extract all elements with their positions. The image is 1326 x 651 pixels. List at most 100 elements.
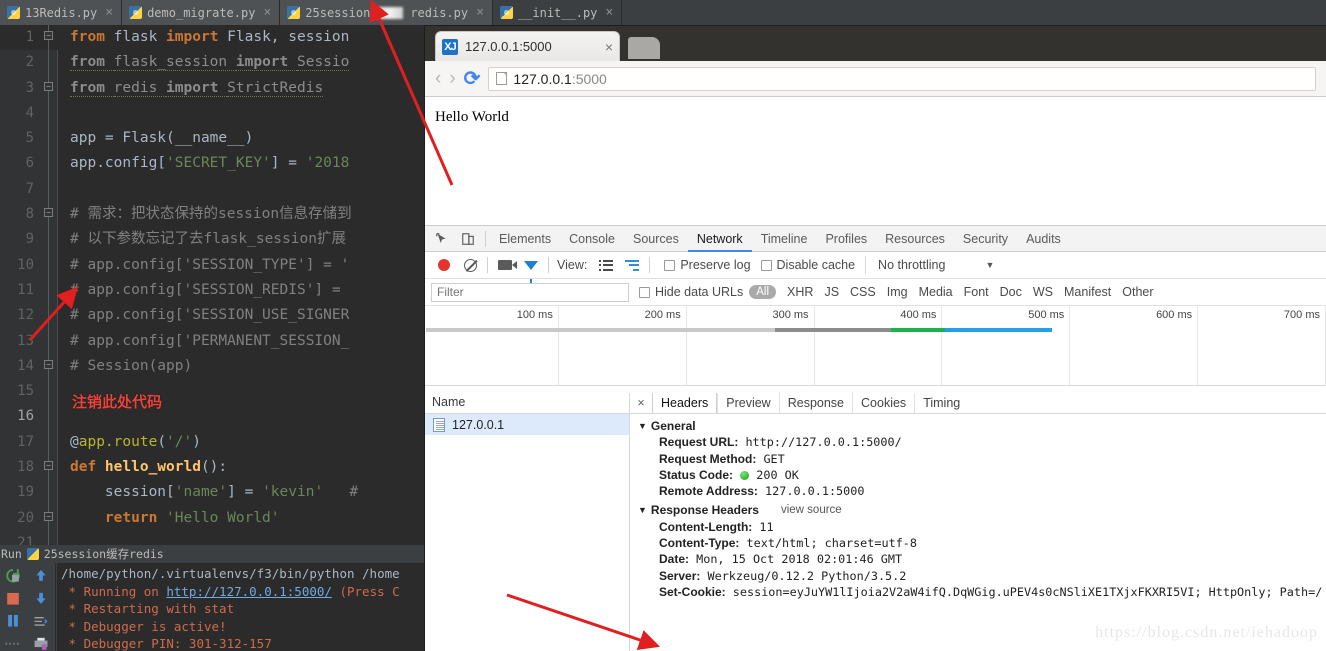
camera-icon[interactable] [492,253,518,277]
close-icon[interactable]: × [605,39,613,55]
filter-input[interactable] [431,282,629,302]
inspect-element-icon[interactable] [429,227,455,251]
editor-tab-demo-migrate[interactable]: demo_migrate.py × [122,0,281,25]
devtools-tab-timeline[interactable]: Timeline [752,226,817,252]
fold-collapse-icon[interactable]: − [44,31,53,40]
line-number: 7 [25,180,34,197]
filter-type-media[interactable]: Media [919,285,953,299]
devtools-tab-security[interactable]: Security [954,226,1017,252]
checkbox-box[interactable] [664,259,676,271]
header-key: Content-Type: [659,536,740,551]
detail-tab-timing[interactable]: Timing [914,393,968,413]
close-icon[interactable]: × [476,5,484,20]
disable-cache-checkbox[interactable]: Disable cache [760,258,855,272]
general-section-header[interactable]: ▼ General [638,418,1326,434]
filter-type-font[interactable]: Font [964,285,989,299]
hide-data-urls-checkbox[interactable]: Hide data URLs [639,285,743,299]
line-number: 18 [17,459,34,476]
devtools-tab-console[interactable]: Console [560,226,624,252]
editor-tab-label: 25session [305,5,371,20]
devtools-tab-audits[interactable]: Audits [1017,226,1070,252]
address-bar[interactable]: 127.0.0.1:5000 [488,66,1316,91]
code-text: from flask_session import Sessio [70,54,350,72]
timeline-tick-label: 400 ms [900,309,937,321]
scroll-up-icon[interactable] [33,568,49,583]
status-ok-icon [740,470,750,480]
network-timeline-ruler[interactable]: 100 ms 200 ms 300 ms 400 ms 500 ms 600 ms 700 … [425,306,1326,386]
detail-tab-response[interactable]: Response [778,393,852,413]
funnel-icon[interactable] [518,253,544,283]
devtools-tab-network[interactable]: Network [688,226,752,252]
fold-collapse-icon[interactable]: − [44,359,53,369]
table-row[interactable]: 127.0.0.1 [425,414,629,435]
header-key: Set-Cookie: [659,584,726,599]
fold-collapse-icon[interactable]: − [44,461,53,471]
filter-type-img[interactable]: Img [887,285,908,299]
fold-expand-icon[interactable]: − [44,511,53,521]
filter-type-ws[interactable]: WS [1033,285,1053,299]
line-number: 16 [17,408,34,425]
browser-tab-placeholder[interactable] [628,37,660,59]
line-number: 9 [25,231,34,248]
timeline-tick-label: 100 ms [516,309,553,321]
editor-tab-25session-redis[interactable]: 25session redis.py × [280,0,493,25]
browser-tab[interactable]: XJ 127.0.0.1:5000 × [435,31,620,61]
filter-type-manifest[interactable]: Manifest [1064,285,1111,299]
checkbox-box[interactable] [760,259,772,271]
checkbox-box[interactable] [639,286,650,298]
filter-type-css[interactable]: CSS [850,285,876,299]
devtools-tab-sources[interactable]: Sources [624,226,688,252]
filter-type-js[interactable]: JS [824,285,839,299]
preserve-log-checkbox[interactable]: Preserve log [664,258,751,272]
close-icon[interactable]: × [630,393,652,413]
scroll-down-icon[interactable] [33,591,49,606]
throttling-select[interactable]: No throttling ▼ [865,256,994,274]
console-url-link[interactable]: http://127.0.0.1:5000/ [166,584,332,599]
waterfall-view-icon[interactable] [619,253,645,277]
chrome-browser-window: XJ 127.0.0.1:5000 × ‹ › ⟳ 127.0.0.1:5000… [425,26,1326,651]
devtools-tab-elements[interactable]: Elements [490,226,560,252]
dotted-separator-icon [5,642,19,645]
close-icon[interactable]: × [605,5,613,20]
filter-type-other[interactable]: Other [1122,285,1153,299]
pause-icon[interactable] [5,613,21,629]
line-number: 13 [17,332,34,349]
fold-collapse-icon[interactable]: − [44,81,53,91]
response-headers-section-header[interactable]: ▼ Response Headers view source [638,502,1326,518]
editor-tab-label: __init__.py [517,5,598,20]
stop-icon[interactable] [5,591,21,607]
page-viewport: Hello World [425,97,1326,225]
requests-column-header[interactable]: Name [425,393,629,414]
devtools-tab-profiles[interactable]: Profiles [816,226,876,252]
close-icon[interactable]: × [105,5,113,20]
view-source-link[interactable]: view source [781,502,842,518]
record-icon[interactable] [431,253,457,277]
reload-icon[interactable]: ⟳ [464,66,481,91]
clear-icon[interactable] [457,253,483,277]
detail-tab-headers[interactable]: Headers [652,393,718,413]
timeline-gridline [1069,306,1071,385]
list-view-icon[interactable] [593,253,619,277]
soft-wrap-icon[interactable] [33,614,49,629]
editor-tab-init[interactable]: __init__.py × [492,0,623,25]
editor-tab-13redis[interactable]: 13Redis.py × [0,0,123,25]
header-value: Mon, 15 Oct 2018 02:01:46 GMT [696,552,903,567]
print-icon[interactable] [33,636,49,651]
back-icon[interactable]: ‹ [435,68,441,90]
detail-tab-cookies[interactable]: Cookies [852,393,914,413]
header-key: Content-Length: [659,519,753,534]
close-icon[interactable]: × [263,5,271,20]
filter-type-all[interactable]: All [749,285,777,299]
forward-icon[interactable]: › [449,68,455,90]
fold-collapse-icon[interactable]: − [44,208,53,218]
filter-type-xhr[interactable]: XHR [787,285,813,299]
device-toolbar-icon[interactable] [455,227,481,251]
rerun-icon[interactable] [5,568,21,584]
code-text: app.config['SECRET_KEY'] = '2018 [70,155,350,172]
throttling-value: No throttling [878,258,946,272]
detail-tab-preview[interactable]: Preview [717,393,778,413]
filter-type-doc[interactable]: Doc [1000,285,1022,299]
page-info-icon[interactable] [496,72,508,85]
devtools-tab-resources[interactable]: Resources [876,226,954,252]
code-text: return 'Hello World' [104,509,280,526]
